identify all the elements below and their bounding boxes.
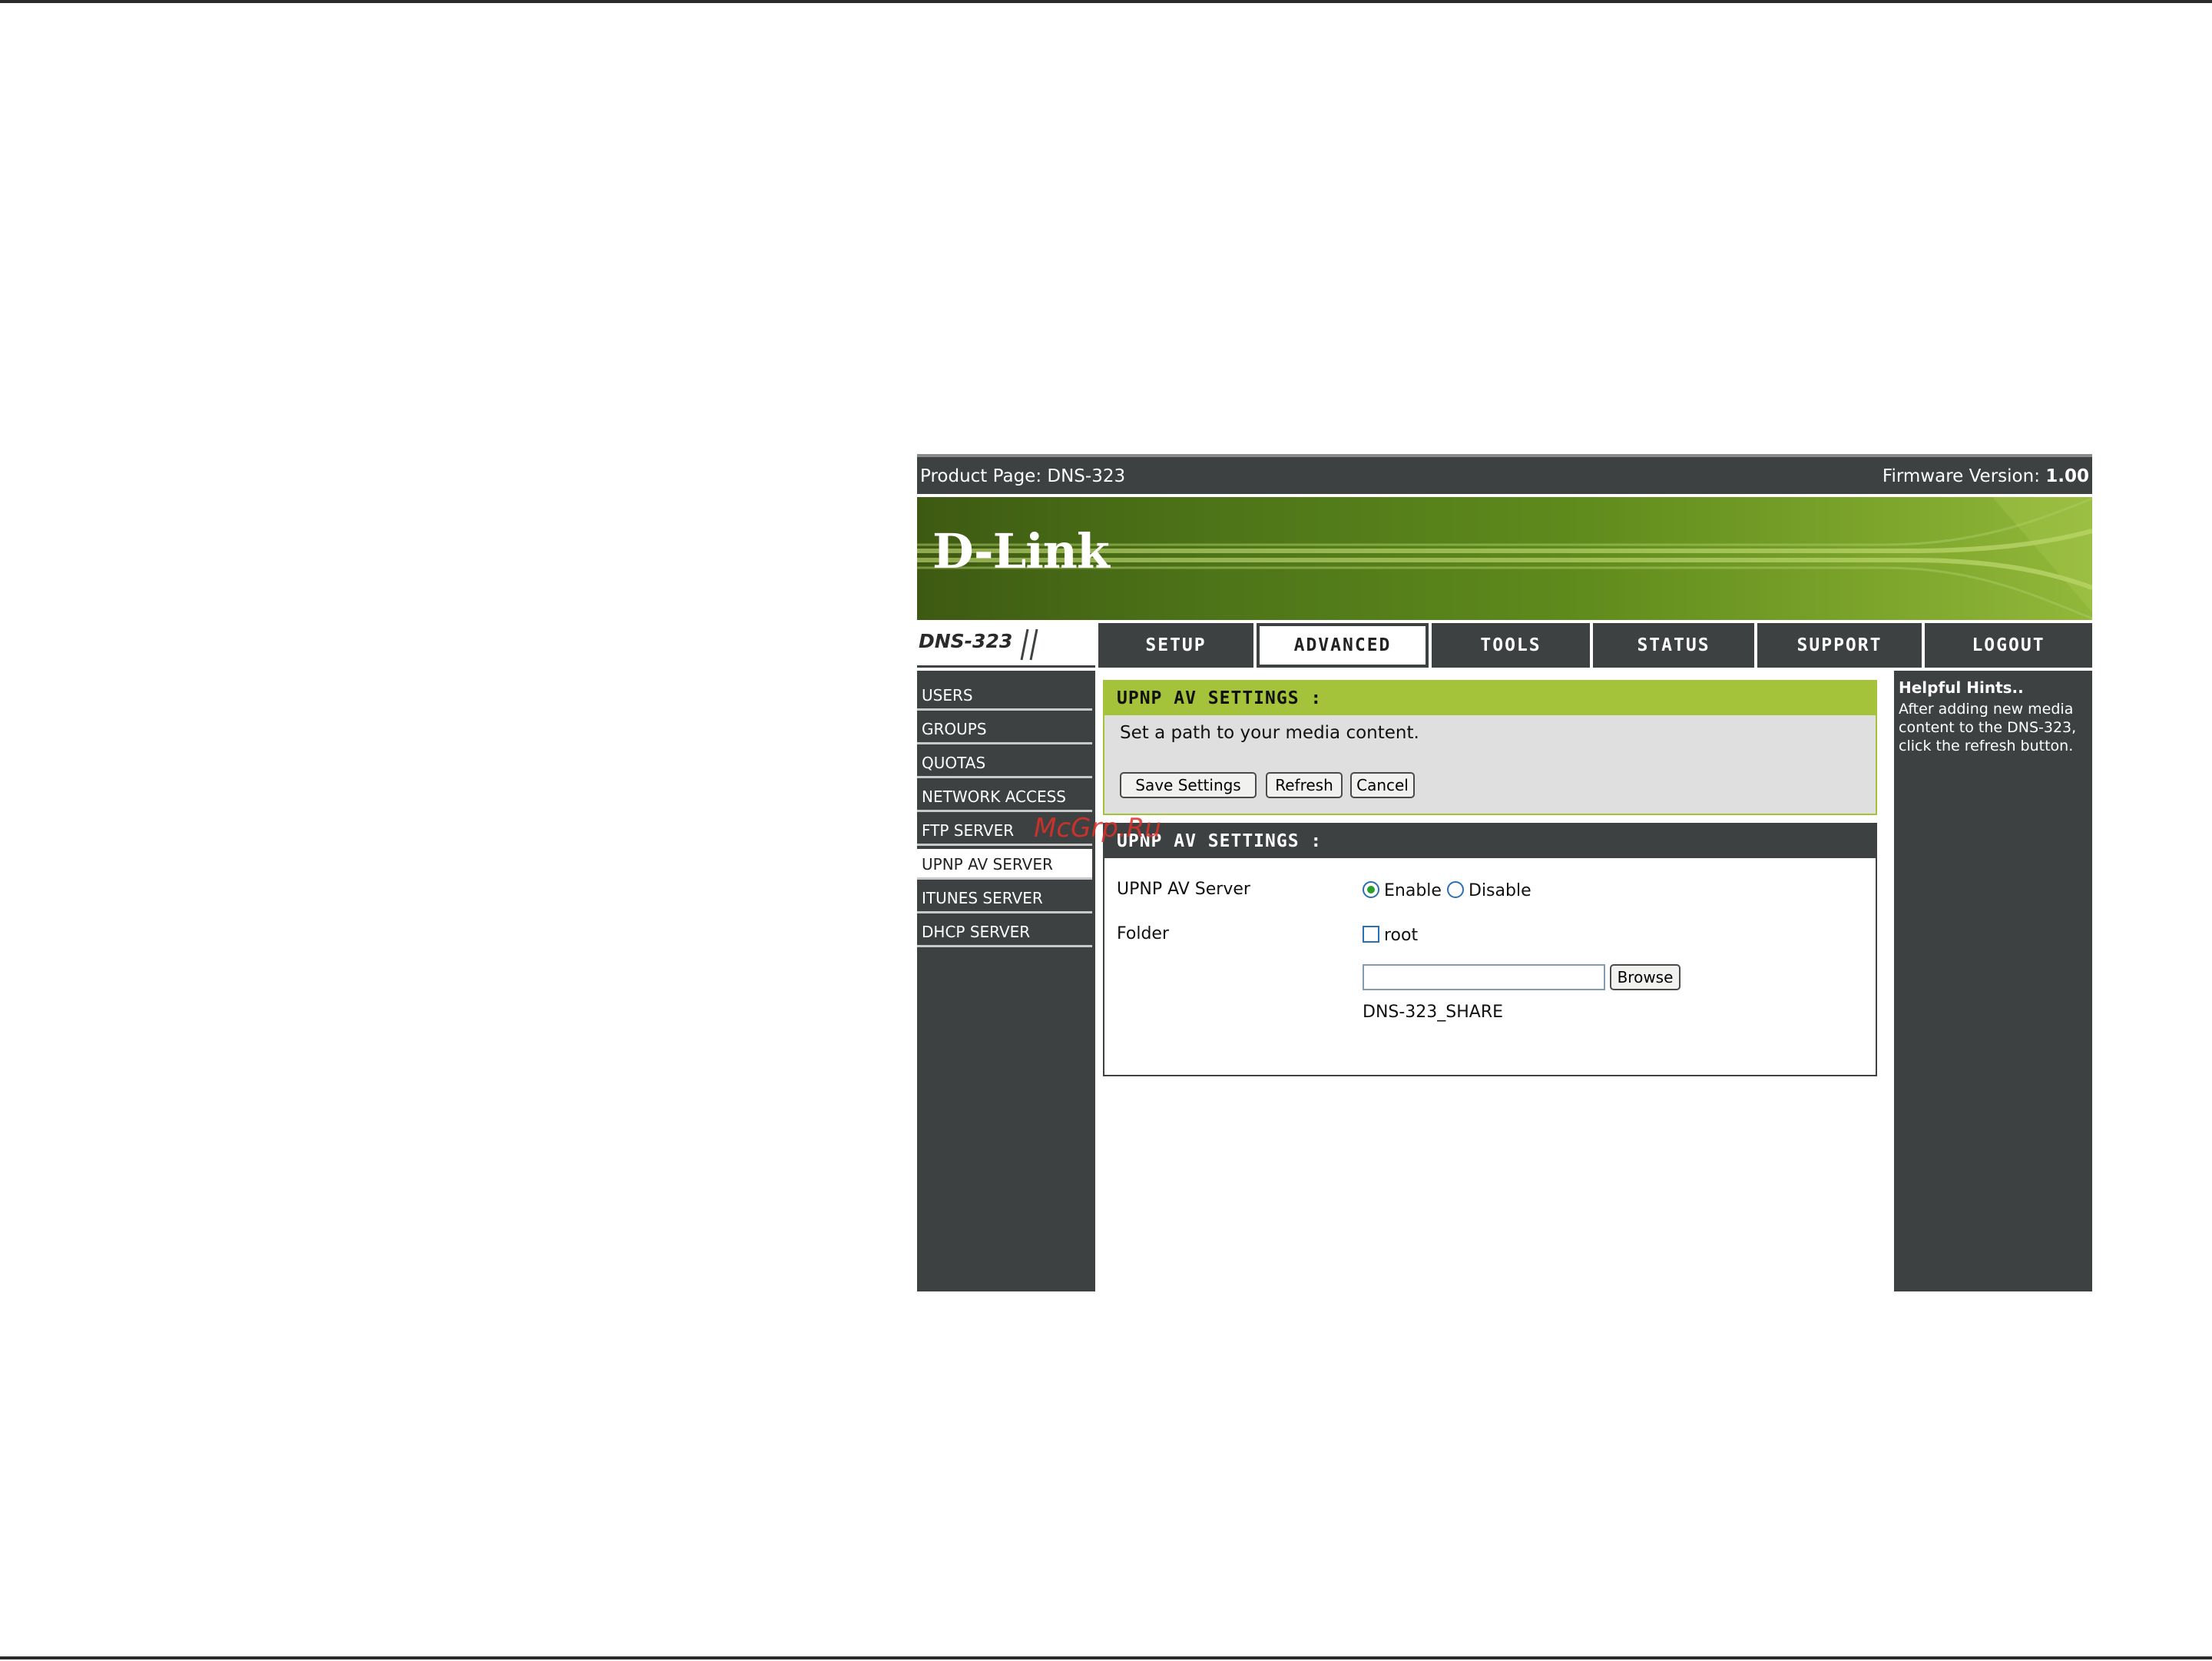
helpful-hints-panel: Helpful Hints.. After adding new media c… [1894, 671, 2092, 1291]
folder-path-input[interactable] [1363, 964, 1605, 990]
main-content: UPNP AV SETTINGS : Set a path to your me… [1100, 671, 1891, 1291]
disable-radio[interactable] [1447, 881, 1464, 898]
model-name: DNS-323 [919, 630, 1013, 652]
main-navigation: DNS-323 SETUP ADVANCED TOOLS STATUS SUPP… [917, 623, 2092, 668]
enable-radio[interactable] [1363, 881, 1379, 898]
disable-radio-label[interactable]: Disable [1469, 881, 1532, 900]
tab-setup[interactable]: SETUP [1098, 623, 1253, 668]
settings-form-panel: UPNP AV SETTINGS : UPNP AV Server Enable… [1103, 823, 1877, 1076]
settings-intro-title: UPNP AV SETTINGS : [1104, 681, 1876, 715]
page-bottom-rule [0, 1656, 2212, 1659]
model-badge: DNS-323 [917, 623, 1095, 668]
sidebar-item-quotas[interactable]: QUOTAS [917, 748, 1092, 778]
settings-form-title: UPNP AV SETTINGS : [1104, 824, 1876, 858]
firmware-version: Firmware Version: 1.00 [1883, 459, 2089, 494]
folder-label: Folder [1117, 924, 1169, 943]
watermark: McGrp.Ru [1034, 813, 1161, 844]
enable-radio-label[interactable]: Enable [1384, 881, 1442, 900]
tab-status[interactable]: STATUS [1593, 623, 1754, 668]
tab-advanced[interactable]: ADVANCED [1257, 623, 1429, 668]
firmware-value: 1.00 [2045, 466, 2089, 486]
slashes-icon [1020, 628, 1038, 661]
settings-intro-description: Set a path to your media content. [1120, 723, 1419, 743]
tab-logout[interactable]: LOGOUT [1925, 623, 2092, 668]
top-info-bar: Product Page: DNS-323 Firmware Version: … [917, 454, 2092, 494]
upnp-av-server-label: UPNP AV Server [1117, 880, 1250, 899]
sidebar-item-users[interactable]: USERS [917, 680, 1092, 711]
tab-tools[interactable]: TOOLS [1432, 623, 1590, 668]
firmware-label: Firmware Version: [1882, 466, 2040, 486]
dlink-logo: D-Link [932, 523, 1110, 579]
browse-button[interactable]: Browse [1610, 964, 1681, 990]
router-admin-page: Product Page: DNS-323 Firmware Version: … [917, 454, 2092, 1291]
settings-intro-panel: UPNP AV SETTINGS : Set a path to your me… [1103, 680, 1877, 815]
share-name: DNS-323_SHARE [1363, 1003, 1504, 1022]
sidebar-item-groups[interactable]: GROUPS [917, 714, 1092, 744]
save-settings-button[interactable]: Save Settings [1120, 772, 1257, 798]
sidebar-item-network-access[interactable]: NETWORK ACCESS [917, 781, 1092, 812]
tab-support[interactable]: SUPPORT [1757, 623, 1922, 668]
hints-title: Helpful Hints.. [1899, 678, 2024, 697]
refresh-button[interactable]: Refresh [1266, 772, 1343, 798]
sidebar: USERS GROUPS QUOTAS NETWORK ACCESS FTP S… [917, 671, 1095, 1291]
brand-banner: D-Link [917, 497, 2092, 620]
product-page-link[interactable]: Product Page: DNS-323 [920, 459, 1125, 494]
hints-text: After adding new media content to the DN… [1899, 701, 2077, 754]
root-checkbox-label[interactable]: root [1384, 926, 1418, 945]
sidebar-item-upnp-av-server[interactable]: UPNP AV SERVER [917, 849, 1092, 880]
page-top-rule [0, 0, 2212, 3]
root-checkbox[interactable] [1363, 926, 1379, 943]
sidebar-item-dhcp-server[interactable]: DHCP SERVER [917, 917, 1092, 947]
cancel-button[interactable]: Cancel [1350, 772, 1415, 798]
sidebar-item-itunes-server[interactable]: ITUNES SERVER [917, 883, 1092, 913]
